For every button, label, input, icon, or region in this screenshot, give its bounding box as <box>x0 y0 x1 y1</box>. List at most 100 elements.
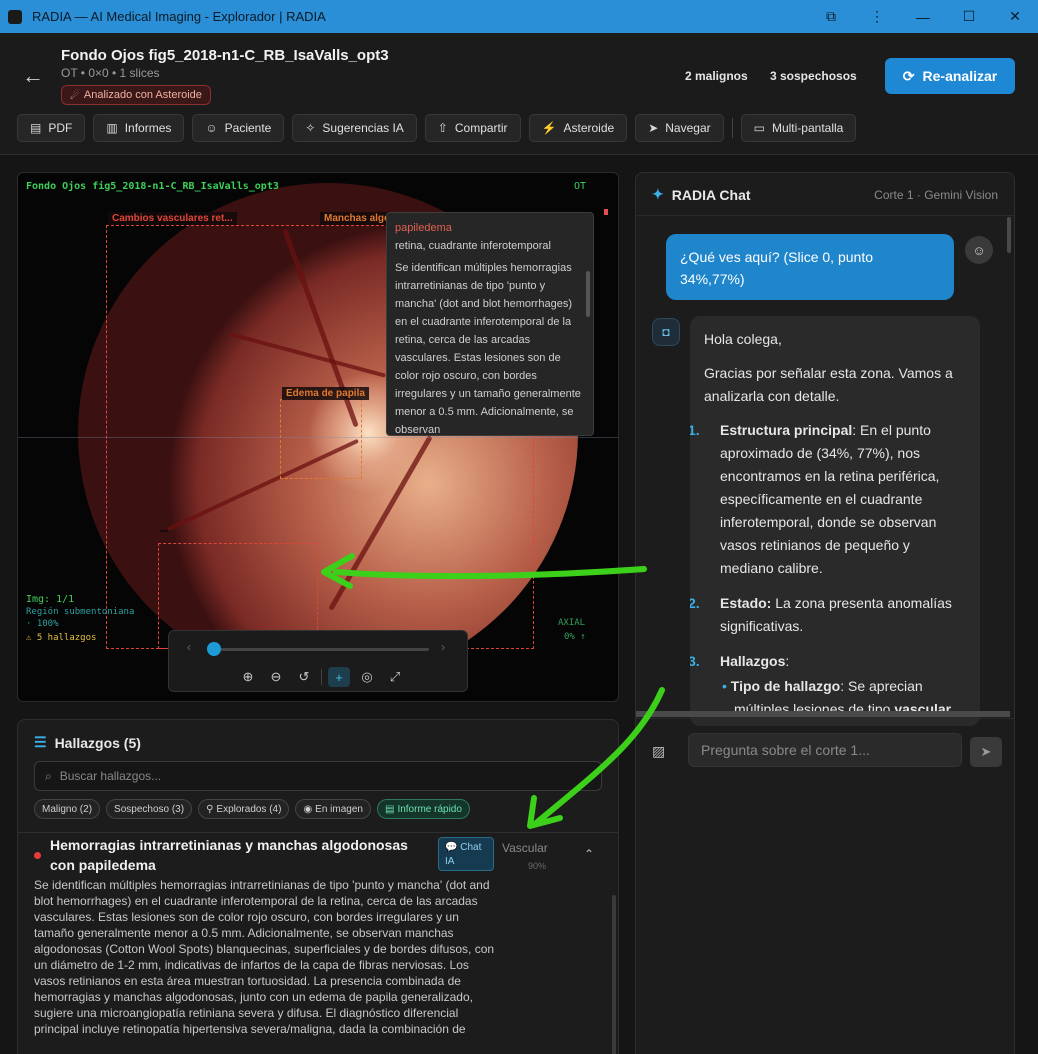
bot-avatar-icon: ◘ <box>652 318 680 346</box>
study-title: Fondo Ojos fig5_2018-n1-C_RB_IsaValls_op… <box>61 47 389 64</box>
bot-point-1-title: Estructura principal <box>720 422 853 438</box>
navigate-button[interactable]: ➤ Navegar <box>635 114 724 142</box>
ai-suggestions-label: Sugerencias IA <box>322 121 404 135</box>
zoom-in-icon[interactable]: ⊕ <box>237 667 259 687</box>
bot-intro: Gracias por señalar esta zona. Vamos a a… <box>704 365 953 404</box>
viewer-plane-position: 0% ↑ <box>564 632 586 642</box>
list-number: 3. <box>690 653 700 669</box>
send-icon[interactable]: ➤ <box>970 737 1002 767</box>
viewer-plane: AXIAL <box>558 618 586 628</box>
minimize-button[interactable]: — <box>900 0 946 33</box>
chat-panel: ✦ RADIA Chat Corte 1 · Gemini Vision ¿Qu… <box>635 172 1015 1054</box>
list-number: 1. <box>690 422 700 438</box>
lightning-icon: ⚡ <box>541 121 557 135</box>
chat-input[interactable]: Pregunta sobre el corte 1... <box>688 733 962 767</box>
bot-greeting: Hola colega, <box>704 331 782 347</box>
chat-title: ✦ RADIA Chat <box>652 186 751 203</box>
filter-malignant[interactable]: Maligno (2) <box>34 799 101 819</box>
quick-report-button[interactable]: ▤ Informe rápido <box>376 799 470 819</box>
reanalyze-button[interactable]: ⟳ Re-analizar <box>885 58 1015 94</box>
patient-button[interactable]: ☺ Paciente <box>192 114 285 142</box>
report-icon: ▤ <box>384 803 395 815</box>
chat-meta: Corte 1 · Gemini Vision <box>874 188 998 202</box>
refresh-icon: ⟳ <box>902 67 915 84</box>
roi-papilledema[interactable] <box>280 399 362 479</box>
finding-category: Vascular <box>502 841 548 855</box>
extensions-icon[interactable]: ⧉ <box>808 0 854 33</box>
findings-title: ☰ Hallazgos (5) <box>34 734 141 751</box>
bot-point-2: 2.Estado: La zona presenta anomalías sig… <box>690 592 966 638</box>
crosshair-tool-icon[interactable]: + <box>328 667 350 687</box>
maximize-button[interactable]: ☐ <box>946 0 992 33</box>
chat-horizontal-scrollbar[interactable] <box>636 711 1010 717</box>
reports-label: Informes <box>124 121 172 135</box>
reports-button[interactable]: ▥ Informes <box>93 114 185 142</box>
study-header: ← Fondo Ojos fig5_2018-n1-C_RB_IsaValls_… <box>0 33 1038 155</box>
asteroid-label: Asteroide <box>563 121 615 135</box>
file-icon: ▤ <box>30 121 42 135</box>
chat-ia-badge[interactable]: 💬 Chat IA <box>438 837 494 871</box>
filter-in-image[interactable]: ◉ En imagen <box>295 799 371 819</box>
asteroid-button[interactable]: ⚡ Asteroide <box>528 114 628 142</box>
toolbar: ▤ PDF ▥ Informes ☺ Paciente ✧ Sugerencias IA… <box>17 114 857 142</box>
findings-search-input[interactable]: ⌕ Buscar hallazgos... <box>34 761 602 791</box>
findings-search-placeholder: Buscar hallazgos... <box>59 769 162 783</box>
tooltip-scrollbar[interactable] <box>586 271 590 317</box>
chat-scrollbar[interactable] <box>1007 217 1011 253</box>
bot-point-3: 3. Hallazgos: <box>690 650 966 673</box>
navigation-icon: ➤ <box>648 121 659 135</box>
back-arrow-icon[interactable]: ← <box>22 63 44 89</box>
prev-slice-icon[interactable]: ‹ <box>187 640 191 654</box>
reset-icon[interactable]: ↺ <box>293 667 315 687</box>
finding-item[interactable]: Hemorragias intrarretinianas y manchas a… <box>18 832 618 1036</box>
sparkle-icon: ✦ <box>652 186 664 202</box>
bot-point-2-title: Estado: <box>720 595 772 611</box>
findings-filters: Maligno (2) Sospechoso (3) ⚲ Explorados (… <box>34 799 470 819</box>
roi-label-vascular: Cambios vasculares ret... <box>108 212 237 225</box>
more-menu-icon[interactable]: ⋮ <box>854 0 900 33</box>
share-label: Compartir <box>454 121 508 135</box>
viewer-study-label: Fondo Ojos fig5_2018-n1-C_RB_IsaValls_op… <box>26 181 279 192</box>
bot-point-1: 1. Estructura principal: En el punto apro… <box>690 419 966 580</box>
finding-description: Se identifican múltiples hemorragias int… <box>34 878 495 1036</box>
findings-scrollbar[interactable] <box>612 895 616 1054</box>
roi-label-edema: Edema de papila <box>282 387 369 400</box>
attach-image-icon[interactable]: ▨ <box>652 743 665 760</box>
pdf-label: PDF <box>48 121 73 135</box>
next-slice-icon[interactable]: › <box>441 640 445 654</box>
close-button[interactable]: ✕ <box>992 0 1038 33</box>
multi-screen-button[interactable]: ▭ Multi-pantalla <box>740 114 857 142</box>
slice-slider-track[interactable] <box>213 648 429 651</box>
ai-suggestions-button[interactable]: ✧ Sugerencias IA <box>292 114 417 142</box>
suspicious-count: 3 sospechosos <box>770 69 857 83</box>
monitor-icon: ▭ <box>753 121 765 135</box>
tooltip-heading: papiledema <box>395 222 452 234</box>
collapse-chevron-icon[interactable]: ⌃ <box>584 847 594 861</box>
viewer-controls: ‹ › ⊕ ⊖ ↺ + ◎ ⤢ <box>168 630 468 692</box>
window-titlebar: RADIA — AI Medical Imaging - Explorador … <box>0 0 1038 33</box>
zoom-out-icon[interactable]: ⊖ <box>265 667 287 687</box>
bot-point-1-text: : En el punto aproximado de (34%, 77%), … <box>720 422 940 576</box>
patient-label: Paciente <box>224 121 272 135</box>
target-icon[interactable]: ◎ <box>356 667 378 687</box>
fullscreen-icon[interactable]: ⤢ <box>384 667 406 687</box>
share-button[interactable]: ⇧ Compartir <box>424 114 521 142</box>
analyzed-badge: ☄ Analizado con Asteroide <box>61 85 211 105</box>
quick-report-label: Informe rápido <box>397 803 462 815</box>
eye-icon: ◉ <box>303 803 313 815</box>
viewer-zoom: · 100% <box>26 619 59 629</box>
viewer-findings-count: ⚠ 5 hallazgos <box>26 633 97 643</box>
findings-panel: ☰ Hallazgos (5) ⌕ Buscar hallazgos... Ma… <box>17 719 619 1054</box>
pdf-button[interactable]: ▤ PDF <box>17 114 86 142</box>
bot-point-3-text: : <box>785 653 790 669</box>
filter-explored[interactable]: ⚲ Explorados (4) <box>198 799 290 819</box>
filter-in-image-label: En imagen <box>315 803 363 815</box>
chat-input-row: ▨ Pregunta sobre el corte 1... ➤ <box>636 718 1014 778</box>
chat-title-text: RADIA Chat <box>671 186 751 203</box>
filter-suspicious[interactable]: Sospechoso (3) <box>106 799 193 819</box>
list-icon: ☰ <box>34 734 47 750</box>
share-icon: ⇧ <box>437 121 448 135</box>
window-title: RADIA — AI Medical Imaging - Explorador … <box>32 9 326 24</box>
bot-subpoint-title: Tipo de hallazgo <box>730 678 841 694</box>
slice-slider-thumb[interactable] <box>207 642 221 656</box>
